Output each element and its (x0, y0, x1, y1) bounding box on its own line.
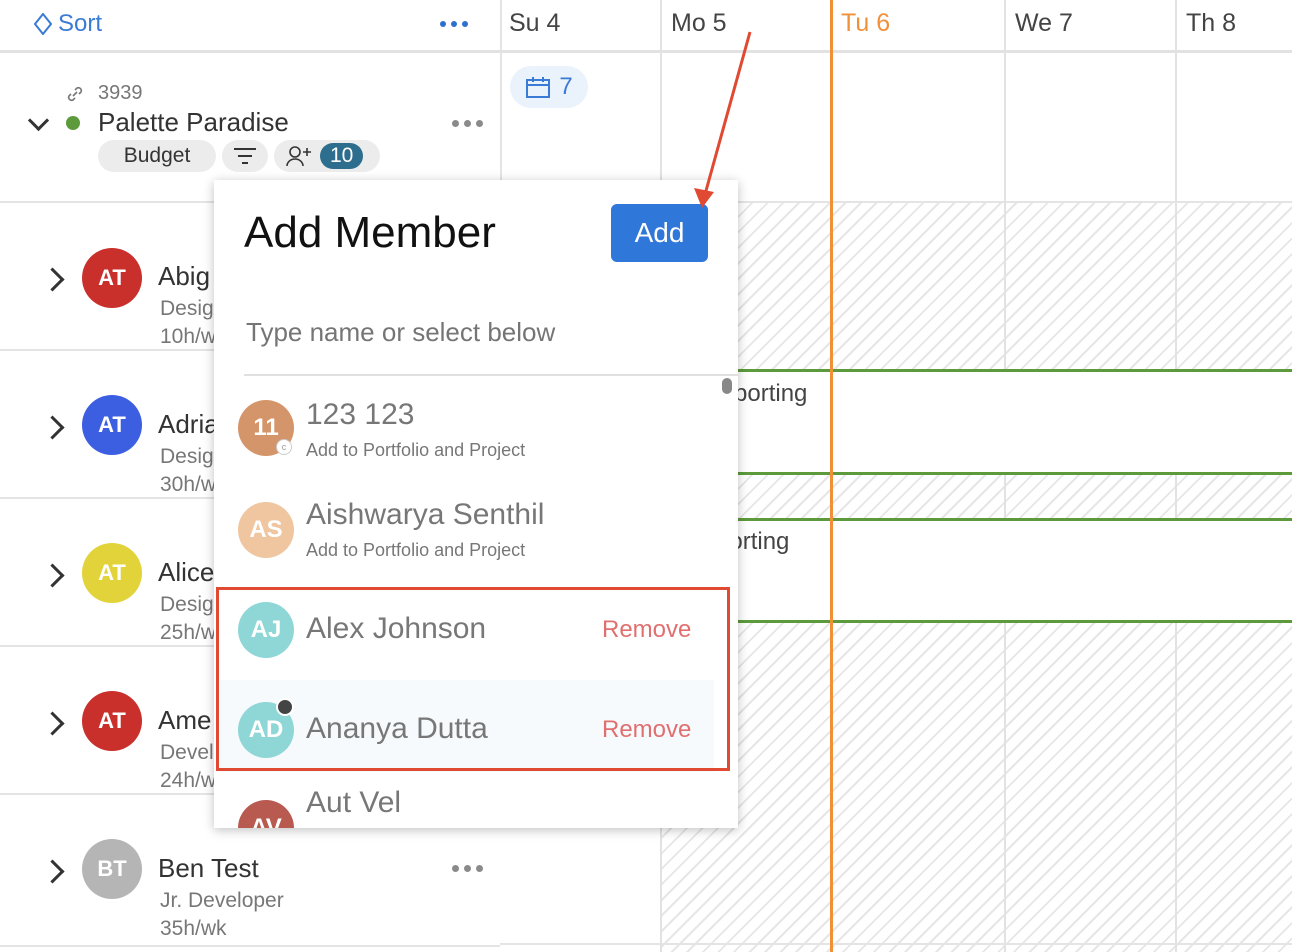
member-name: Alice (158, 557, 215, 587)
sort-button[interactable]: Sort (34, 10, 102, 38)
add-person-icon (286, 146, 311, 167)
day-header: Th 8 (1186, 9, 1237, 37)
avatar: AT (82, 691, 142, 751)
member-name: Ben Test (158, 853, 259, 883)
filter-icon (234, 148, 256, 164)
avatar: AS (238, 502, 294, 558)
arrow-annotation-icon (694, 31, 752, 208)
highlight-annotation-box (216, 587, 730, 771)
link-icon (67, 86, 83, 102)
project-id: 3939 (98, 82, 143, 104)
member-role: Devel (160, 741, 214, 764)
budget-button[interactable]: Budget (98, 140, 216, 172)
divider (244, 374, 738, 376)
assignment-bar-bottom (660, 472, 1292, 475)
expand-chevron-icon[interactable] (40, 859, 65, 884)
member-hours: 25h/w (160, 621, 217, 644)
assignment-bar-top (660, 369, 1292, 372)
member-role: Desig (160, 297, 214, 320)
add-member-dialog: Add Member Add 11 c 123 123 Add to Portf… (214, 180, 738, 828)
calendar-icon (526, 77, 551, 98)
budget-label: Budget (123, 144, 191, 167)
project-status-dot (66, 116, 80, 130)
scrollbar-thumb[interactable] (722, 378, 732, 394)
member-name: Abig (158, 261, 211, 291)
member-hours: 10h/w (160, 325, 217, 348)
member-role: Desig (160, 593, 214, 616)
badge-count: 7 (559, 73, 573, 100)
contractor-icon: c (276, 439, 292, 455)
add-member-button[interactable]: 10 (274, 140, 380, 172)
option-subtitle: Add to Portfolio and Project (306, 540, 526, 560)
member-hours: 35h/wk (160, 917, 227, 940)
avatar: AT (82, 248, 142, 308)
member-name: Adria (158, 409, 219, 439)
avatar: BT (82, 839, 142, 899)
member-role: Desig (160, 445, 214, 468)
dialog-title: Add Member (244, 208, 496, 257)
member-role: Jr. Developer (160, 889, 284, 912)
day-header: Su 4 (500, 0, 662, 50)
option-name: Aishwarya Senthil (306, 498, 545, 531)
today-line (830, 0, 833, 952)
member-more-icon[interactable] (452, 865, 483, 872)
unavailable-hatch (660, 623, 1292, 952)
sort-icon (34, 13, 52, 35)
option-name: 123 123 (306, 398, 415, 431)
project-schedule-badge[interactable]: 7 (510, 66, 588, 108)
unavailable-hatch (660, 203, 1292, 369)
member-option[interactable]: AS Aishwarya Senthil Add to Portfolio an… (214, 480, 714, 580)
day-header: We 7 (1006, 0, 1177, 50)
member-search-input[interactable] (244, 308, 708, 356)
more-options-icon[interactable] (440, 21, 468, 27)
member-option[interactable]: 11 c 123 123 Add to Portfolio and Projec… (214, 380, 714, 480)
panel-toolbar: Sort (0, 0, 500, 53)
avatar: AT (82, 543, 142, 603)
option-name: Aut Vel (306, 786, 402, 819)
project-name: Palette Paradise (98, 107, 289, 137)
avatar: AT (82, 395, 142, 455)
expand-chevron-icon[interactable] (40, 711, 65, 736)
assignment-bar-top (660, 518, 1292, 521)
member-count-badge: 10 (320, 143, 364, 169)
option-subtitle: Add to Portfolio and Project (306, 440, 526, 460)
day-header-today: Tu 6 (832, 0, 1006, 50)
expand-chevron-icon[interactable] (40, 267, 65, 292)
member-option[interactable]: AV Aut Vel (214, 784, 714, 828)
member-name: Ame (158, 705, 212, 735)
member-hours: 30h/w (160, 473, 217, 496)
assignment-label[interactable]: porting (734, 380, 807, 408)
expand-chevron-icon[interactable] (40, 563, 65, 588)
avatar: AV (238, 800, 294, 828)
project-more-icon[interactable] (452, 120, 483, 127)
filter-button[interactable] (222, 140, 268, 172)
member-hours: 24h/w (160, 769, 217, 792)
collapse-chevron-icon[interactable] (27, 109, 50, 132)
expand-chevron-icon[interactable] (40, 415, 65, 440)
assignment-bar-bottom (660, 620, 1292, 623)
unavailable-hatch (660, 475, 1292, 519)
sort-label: Sort (58, 10, 103, 37)
